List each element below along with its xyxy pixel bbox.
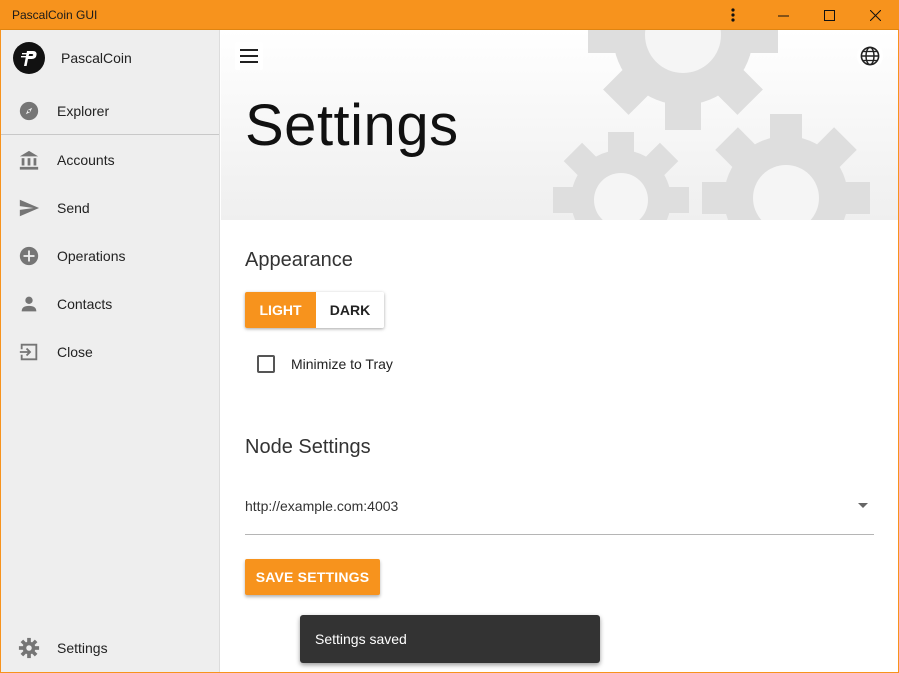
theme-toggle: LIGHT DARK xyxy=(245,292,384,328)
compass-icon xyxy=(17,99,41,123)
sidebar-item-label: Operations xyxy=(57,248,126,264)
globe-icon xyxy=(860,46,880,66)
sidebar-item-close[interactable]: Close xyxy=(1,329,219,375)
sidebar-item-label: Close xyxy=(57,344,93,360)
more-vert-button[interactable] xyxy=(710,0,756,30)
sidebar-divider xyxy=(1,134,219,135)
settings-header: Settings xyxy=(221,30,898,220)
theme-light-button[interactable]: LIGHT xyxy=(245,292,316,328)
sidebar-item-explorer[interactable]: Explorer xyxy=(1,88,219,134)
person-icon xyxy=(17,292,41,316)
minimize-button[interactable] xyxy=(760,0,806,30)
send-icon xyxy=(17,196,41,220)
exit-icon xyxy=(17,340,41,364)
snackbar-message: Settings saved xyxy=(315,631,407,647)
sidebar-item-label: Explorer xyxy=(57,103,110,119)
menu-button[interactable] xyxy=(235,42,263,70)
sidebar-item-label: Settings xyxy=(57,640,108,656)
maximize-button[interactable] xyxy=(806,0,852,30)
appearance-section-title: Appearance xyxy=(245,249,353,271)
close-icon xyxy=(869,9,881,21)
sidebar-item-contacts[interactable]: Contacts xyxy=(1,281,219,327)
sidebar: PascalCoin Explorer Accounts Send Operat… xyxy=(1,30,220,672)
sidebar-item-operations[interactable]: Operations xyxy=(1,233,219,279)
save-settings-button[interactable]: SAVE SETTINGS xyxy=(245,559,380,595)
node-url-select[interactable]: http://example.com:4003 xyxy=(245,486,874,535)
maximize-icon xyxy=(823,9,835,21)
close-window-button[interactable] xyxy=(852,0,898,30)
title-bar: PascalCoin GUI xyxy=(0,0,899,30)
dropdown-arrow-icon xyxy=(858,503,868,508)
sidebar-item-label: Send xyxy=(57,200,90,216)
node-url-value: http://example.com:4003 xyxy=(245,498,399,514)
bank-icon xyxy=(17,148,41,172)
minimize-to-tray-row[interactable]: Minimize to Tray xyxy=(257,354,393,374)
sidebar-item-send[interactable]: Send xyxy=(1,185,219,231)
sidebar-item-settings[interactable]: Settings xyxy=(1,625,219,671)
sidebar-item-accounts[interactable]: Accounts xyxy=(1,137,219,183)
add-circle-icon xyxy=(17,244,41,268)
main-content: Settings Appearance LIGHT DARK Minimize … xyxy=(221,30,898,672)
gear-icon xyxy=(17,636,41,660)
brand[interactable]: PascalCoin xyxy=(13,42,132,74)
hamburger-menu-icon xyxy=(240,49,258,63)
more-vert-icon xyxy=(731,8,735,22)
minimize-to-tray-label: Minimize to Tray xyxy=(291,356,393,372)
language-button[interactable] xyxy=(857,43,883,69)
pascalcoin-logo-icon xyxy=(13,42,45,74)
snackbar: Settings saved xyxy=(300,615,600,663)
page-title: Settings xyxy=(245,93,459,158)
node-settings-section-title: Node Settings xyxy=(245,436,371,458)
theme-dark-button[interactable]: DARK xyxy=(316,292,384,328)
brand-name: PascalCoin xyxy=(61,50,132,66)
window-title: PascalCoin GUI xyxy=(12,8,98,22)
sidebar-item-label: Contacts xyxy=(57,296,113,312)
sidebar-item-label: Accounts xyxy=(57,152,115,168)
minimize-icon xyxy=(777,15,789,16)
minimize-to-tray-checkbox[interactable] xyxy=(257,355,275,373)
